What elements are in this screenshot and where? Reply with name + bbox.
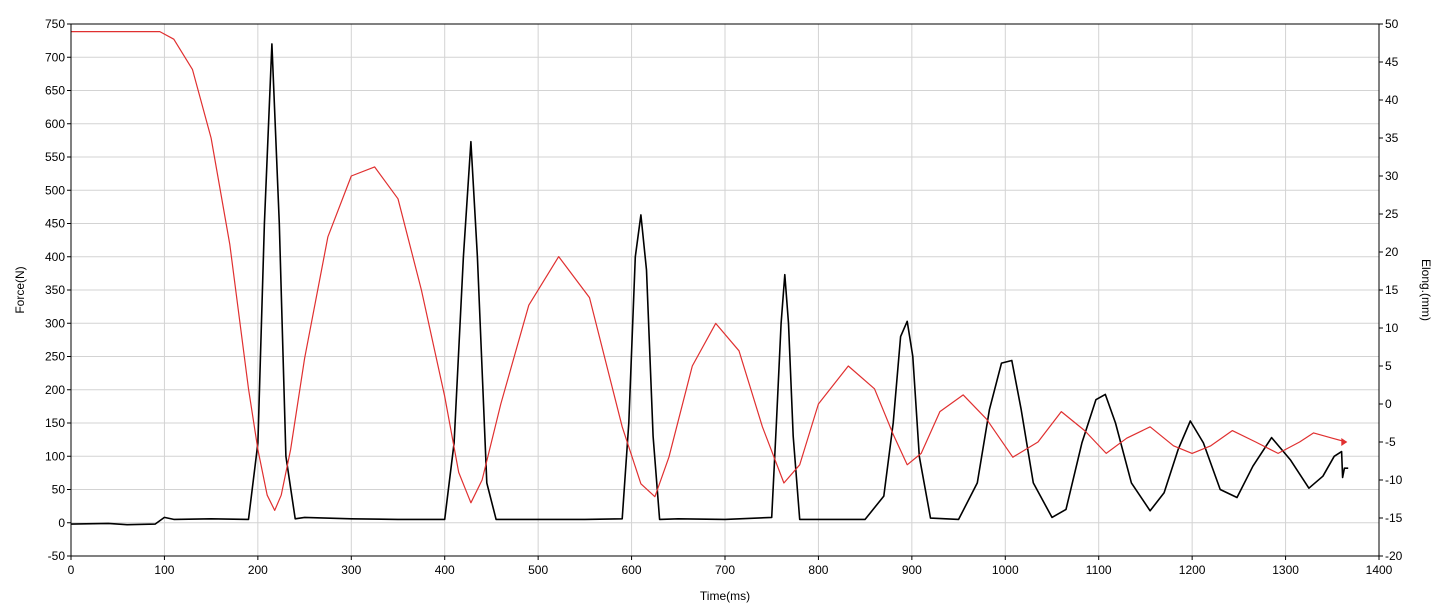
left-y-tick-label: 750 [45, 17, 65, 31]
right-y-tick-label: 15 [1385, 283, 1399, 297]
x-tick-label: 800 [808, 563, 828, 577]
left-y-axis-label: Force(N) [13, 266, 27, 313]
left-y-tick-label: 100 [45, 449, 65, 463]
x-tick-label: 1400 [1366, 563, 1393, 577]
x-tick-label: 100 [154, 563, 174, 577]
left-y-tick-label: 350 [45, 283, 65, 297]
force-elongation-chart: 0 100 200 300 400 500 600 700 800 900 1000 1100 1200… [13, 17, 1433, 603]
left-y-tick-label: 200 [45, 383, 65, 397]
x-axis-ticks: 0 100 200 300 400 500 600 700 800 900 1000 1100 1200… [68, 556, 1393, 577]
right-y-tick-label: -5 [1385, 435, 1396, 449]
left-y-tick-label: 650 [45, 84, 65, 98]
right-y-tick-label: 25 [1385, 207, 1399, 221]
left-y-tick-label: 300 [45, 316, 65, 330]
right-y-tick-label: 5 [1385, 359, 1392, 373]
right-y-axis-label: Elong.(mm) [1419, 259, 1433, 321]
x-tick-label: 700 [715, 563, 735, 577]
x-tick-label: 500 [528, 563, 548, 577]
right-y-tick-label: 30 [1385, 169, 1399, 183]
left-y-tick-label: 50 [52, 483, 66, 497]
x-tick-label: 200 [248, 563, 268, 577]
left-y-tick-label: 150 [45, 416, 65, 430]
right-y-tick-label: 45 [1385, 55, 1399, 69]
x-tick-label: 400 [435, 563, 455, 577]
left-y-tick-label: -50 [48, 549, 66, 563]
x-axis-label: Time(ms) [700, 589, 750, 603]
right-y-tick-label: 0 [1385, 397, 1392, 411]
right-y-tick-label: -10 [1385, 473, 1403, 487]
left-y-tick-label: 500 [45, 183, 65, 197]
right-y-tick-label: 40 [1385, 93, 1399, 107]
x-tick-label: 300 [341, 563, 361, 577]
right-y-tick-label: 10 [1385, 321, 1399, 335]
left-y-tick-label: 700 [45, 50, 65, 64]
left-y-tick-label: 0 [58, 516, 65, 530]
left-y-tick-label: 550 [45, 150, 65, 164]
x-tick-label: 1200 [1179, 563, 1206, 577]
left-y-tick-label: 400 [45, 250, 65, 264]
left-y-tick-label: 250 [45, 350, 65, 364]
x-tick-label: 0 [68, 563, 75, 577]
right-y-tick-label: -15 [1385, 511, 1403, 525]
force-series-line [70, 43, 1349, 526]
right-y-axis-ticks: -20 -15 -10 -5 0 5 10 15 20 25 30 35 40 45 50 [1379, 17, 1403, 563]
chart-container: 0 100 200 300 400 500 600 700 800 900 1000 1100 1200… [0, 0, 1445, 608]
series-lines [70, 31, 1349, 526]
left-y-tick-label: 600 [45, 117, 65, 131]
right-y-tick-label: 50 [1385, 17, 1399, 31]
left-y-axis-ticks: -50 0 50 100 150 200 250 300 350 400 450 500 550 600 6… [45, 17, 71, 563]
x-tick-label: 1000 [992, 563, 1019, 577]
elongation-end-marker [1341, 438, 1348, 446]
grid-lines [70, 23, 1380, 557]
left-y-tick-label: 450 [45, 217, 65, 231]
right-y-tick-label: 20 [1385, 245, 1399, 259]
x-tick-label: 1100 [1086, 563, 1112, 577]
x-tick-label: 600 [622, 563, 642, 577]
x-tick-label: 900 [902, 563, 922, 577]
right-y-tick-label: -20 [1385, 549, 1403, 563]
right-y-tick-label: 35 [1385, 131, 1399, 145]
x-tick-label: 1300 [1272, 563, 1299, 577]
